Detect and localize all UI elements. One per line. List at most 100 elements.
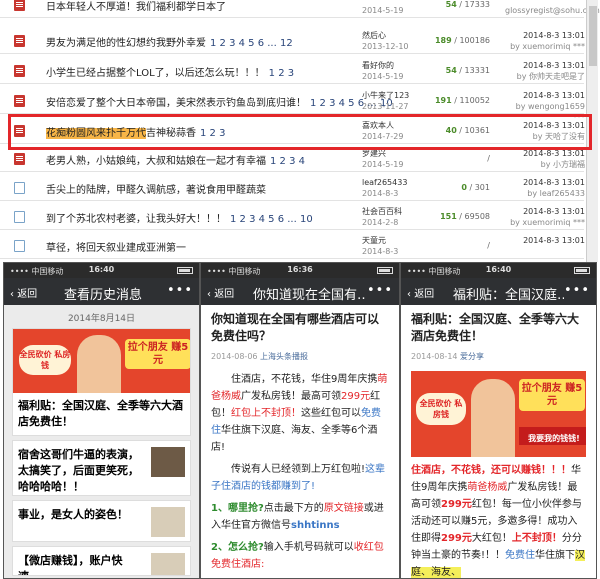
phone-screen: •••• 中国移动 16:40 ‹ 返回 福利贴：全国汉庭… ••• 福利贴：全国汉庭、全… bbox=[400, 262, 597, 579]
thread-title[interactable]: 到了个苏北农村老婆，让我头好大！！！ 1 2 3 4 5 6 ... 10 bbox=[46, 210, 313, 225]
page-links[interactable]: 1 2 3 4 5 6 ... 12 bbox=[210, 38, 293, 49]
back-label[interactable]: 返回 bbox=[17, 289, 37, 300]
article-body: 你知道现在全国有哪些酒店可以免费住吗？ 2014-08-06 上海头条播报 住酒店，… bbox=[201, 305, 399, 578]
message-list-item[interactable]: 【微店赚钱】，账户快速…… bbox=[12, 546, 191, 576]
reply-view-count: 189 / 100186 bbox=[434, 36, 490, 45]
hot-thread-icon bbox=[14, 65, 25, 77]
message-list-item[interactable]: 事业，是女人的姿色！ bbox=[12, 500, 191, 542]
last-post-cell: 2014-8-3 13:01 by 小方瑞福 bbox=[505, 148, 585, 170]
status-bar: •••• 中国移动 16:36 bbox=[201, 263, 399, 278]
author-date: 2013-12-10 bbox=[362, 42, 409, 51]
back-label[interactable]: 返回 bbox=[414, 289, 434, 300]
page-links[interactable]: 1 2 3 4 5 6 ... 10 bbox=[230, 214, 313, 225]
last-post-cell: glossyregist@sohu.com bbox=[505, 0, 600, 16]
reply-count: 151 bbox=[440, 212, 457, 221]
last-post-date[interactable]: 2014-8-3 13:01 bbox=[523, 207, 585, 216]
thread-row[interactable]: 日本年轻人不厚道！我们福利都学日本了 2014-5-19 54 / 17333 glo… bbox=[0, 0, 600, 18]
reply-view-count: 54 / 13331 bbox=[445, 66, 490, 75]
message-headline[interactable]: 福利贴：全国汉庭、全季等六大酒店免费住！ bbox=[13, 393, 190, 435]
last-post-user[interactable]: by leaf265433 bbox=[527, 189, 585, 198]
last-post-date[interactable]: 2014-8-3 13:01 bbox=[523, 149, 585, 158]
phone-screen: •••• 中国移动 16:36 ‹ 返回 你知道现在全国有… ••• 你知道现在全国有哪些… bbox=[200, 262, 400, 579]
article-source-link[interactable]: 爱分享 bbox=[460, 352, 484, 361]
back-button[interactable]: ‹ 返回 bbox=[207, 285, 234, 300]
message-item-text[interactable]: 【微店赚钱】，账户快速…… bbox=[18, 554, 123, 575]
author-name[interactable]: 天童元 bbox=[362, 236, 386, 245]
history-list: 2014年8月14日 全民砍价 私房钱 拉个朋友 赚5元 福利贴：全国汉庭、全季等六大… bbox=[4, 305, 199, 578]
battery-icon bbox=[177, 267, 193, 274]
last-post-date[interactable]: 2014-8-3 13:01 bbox=[523, 31, 585, 40]
status-bar: •••• 中国移动 16:40 bbox=[4, 263, 199, 278]
author-name[interactable]: leaf265433 bbox=[362, 178, 407, 187]
page-links[interactable]: 1 2 3 4 bbox=[270, 156, 305, 167]
message-thumbnail bbox=[151, 447, 185, 477]
thread-title[interactable]: 小学生已经占据整个LOL了，以后还怎么玩！！！ 1 2 3 bbox=[46, 64, 294, 79]
clock: 16:36 bbox=[287, 265, 313, 274]
author-name[interactable]: 罗建兴 bbox=[362, 149, 386, 158]
last-post-date[interactable]: 2014-8-3 13:01 bbox=[523, 91, 585, 100]
document-icon bbox=[14, 182, 25, 194]
last-post-user[interactable]: by xuemorimiq *** bbox=[510, 42, 585, 51]
last-post-date[interactable]: 2014-8-3 13:01 bbox=[523, 61, 585, 70]
reply-view-count: 151 / 69508 bbox=[440, 212, 490, 221]
scrollbar-thumb[interactable] bbox=[589, 6, 597, 66]
banner-callout: 拉个朋友 赚5元 bbox=[125, 339, 190, 369]
author-name[interactable]: 然后心 bbox=[362, 31, 386, 40]
article-paragraph: 传说有人已经领到上万红包啦!这辈子住酒店的钱都赚到了! bbox=[211, 464, 386, 492]
message-card-main[interactable]: 全民砍价 私房钱 拉个朋友 赚5元 福利贴：全国汉庭、全季等六大酒店免费住！ bbox=[12, 328, 191, 436]
last-post-user[interactable]: by xuemorimiq *** bbox=[510, 218, 585, 227]
view-count: 110052 bbox=[459, 96, 490, 105]
thread-row[interactable]: 男友为满足他的性幻想约我野外幸爱 1 2 3 4 5 6 ... 12 然后心 201… bbox=[0, 28, 585, 54]
page-links[interactable]: 1 2 3 bbox=[269, 68, 294, 79]
author-cell: 社会百百科 2014-2-8 bbox=[362, 206, 402, 228]
thread-row[interactable]: 小学生已经占据整个LOL了，以后还怎么玩！！！ 1 2 3 看好你的 2014-5-1… bbox=[0, 58, 585, 84]
last-post-user[interactable]: by 小方瑞福 bbox=[541, 160, 585, 169]
thread-title[interactable]: 老男人熟，小姑娘纯，大叔和姑娘在一起才有幸福 1 2 3 4 bbox=[46, 152, 305, 167]
thread-title[interactable]: 草径，将回天叙业建成亚洲第一 bbox=[46, 239, 190, 254]
author-name[interactable]: 小牛来了123 bbox=[362, 91, 409, 100]
view-count: 100186 bbox=[459, 36, 490, 45]
more-menu-button[interactable]: ••• bbox=[367, 283, 393, 298]
phone-screen: •••• 中国移动 16:40 ‹ 返回 查看历史消息 ••• 2014年8月14日 全民砍… bbox=[3, 262, 200, 579]
nav-title: 福利贴：全国汉庭… bbox=[453, 288, 564, 303]
author-cell: 小牛来了123 2013-11-27 bbox=[362, 90, 409, 112]
battery-icon bbox=[574, 267, 590, 274]
message-item-text[interactable]: 宿舍这哥们牛逼的表演，太搞笑了，后面更笑死，哈哈哈哈！！ bbox=[18, 448, 139, 493]
thread-title[interactable]: 日本年轻人不厚道！我们福利都学日本了 bbox=[46, 0, 230, 13]
last-post-user[interactable]: by 你帅天走吧是了 bbox=[517, 72, 585, 81]
message-list-item[interactable]: 宿舍这哥们牛逼的表演，太搞笑了，后面更笑死，哈哈哈哈！！ bbox=[12, 440, 191, 496]
last-post-cell: 2014-8-3 13:01 by xuemorimiq *** bbox=[505, 206, 585, 228]
view-count: 69508 bbox=[464, 212, 490, 221]
highlight-annotation-box bbox=[8, 114, 592, 150]
reply-view-count: 54 / 17333 bbox=[445, 0, 490, 9]
last-post-date[interactable]: 2014-8-3 13:01 bbox=[523, 236, 585, 245]
forum-thread-list: 日本年轻人不厚道！我们福利都学日本了 2014-5-19 54 / 17333 glo… bbox=[0, 0, 600, 262]
thread-row[interactable]: 舌尖上的陆牌，甲醛久调航感，著说食用甲醛蔬菜 leaf265433 2014-8-3… bbox=[0, 175, 585, 201]
back-button[interactable]: ‹ 返回 bbox=[10, 285, 37, 300]
last-post-cell: 2014-8-3 13:01 by leaf265433 bbox=[505, 177, 585, 199]
reply-count: 191 bbox=[434, 96, 452, 105]
article-source-link[interactable]: 上海头条播报 bbox=[260, 352, 308, 361]
more-menu-button[interactable]: ••• bbox=[167, 283, 193, 298]
last-post-date[interactable]: 2014-8-3 13:01 bbox=[523, 178, 585, 187]
reply-view-count: / bbox=[487, 241, 490, 250]
thread-row[interactable]: 到了个苏北农村老婆，让我头好大！！！ 1 2 3 4 5 6 ... 10 社会百百… bbox=[0, 204, 585, 230]
promo-banner-image: 全民砍价 私房钱 拉个朋友 赚5元 我要我的钱钱! bbox=[411, 371, 586, 457]
article-body: 福利贴：全国汉庭、全季等六大酒店免费住！ 2014-08-14 爱分享 全民砍价 私… bbox=[401, 305, 596, 578]
thread-title[interactable]: 男友为满足他的性幻想约我野外幸爱 1 2 3 4 5 6 ... 12 bbox=[46, 34, 293, 49]
reply-count: 54 bbox=[445, 66, 457, 75]
back-label[interactable]: 返回 bbox=[214, 289, 234, 300]
author-name[interactable]: 看好你的 bbox=[362, 61, 394, 70]
more-menu-button[interactable]: ••• bbox=[564, 283, 590, 298]
thread-row[interactable]: 草径，将回天叙业建成亚洲第一 天童元 2014-8-3 / 2014-8-3 13:… bbox=[0, 233, 585, 259]
message-item-text[interactable]: 事业，是女人的姿色！ bbox=[18, 508, 128, 521]
thread-row[interactable]: 安倍恋爱了整个大日本帝国，美宋然表示钓鱼岛到底归谁！ 1 2 3 4 5 6 ..… bbox=[0, 88, 585, 122]
author-name[interactable]: 社会百百科 bbox=[362, 207, 402, 216]
original-link[interactable]: 原文链接 bbox=[324, 503, 364, 514]
wechat-nav-bar: ‹ 返回 查看历史消息 ••• bbox=[4, 278, 199, 305]
back-button[interactable]: ‹ 返回 bbox=[407, 285, 434, 300]
thread-title[interactable]: 舌尖上的陆牌，甲醛久调航感，著说食用甲醛蔬菜 bbox=[46, 181, 270, 196]
author-cell: 2014-5-19 bbox=[362, 0, 403, 16]
thread-title[interactable]: 安倍恋爱了整个大日本帝国，美宋然表示钓鱼岛到底归谁！ 1 2 3 4 5 6 ..… bbox=[46, 94, 393, 109]
author-cell: leaf265433 2014-8-3 bbox=[362, 177, 407, 199]
